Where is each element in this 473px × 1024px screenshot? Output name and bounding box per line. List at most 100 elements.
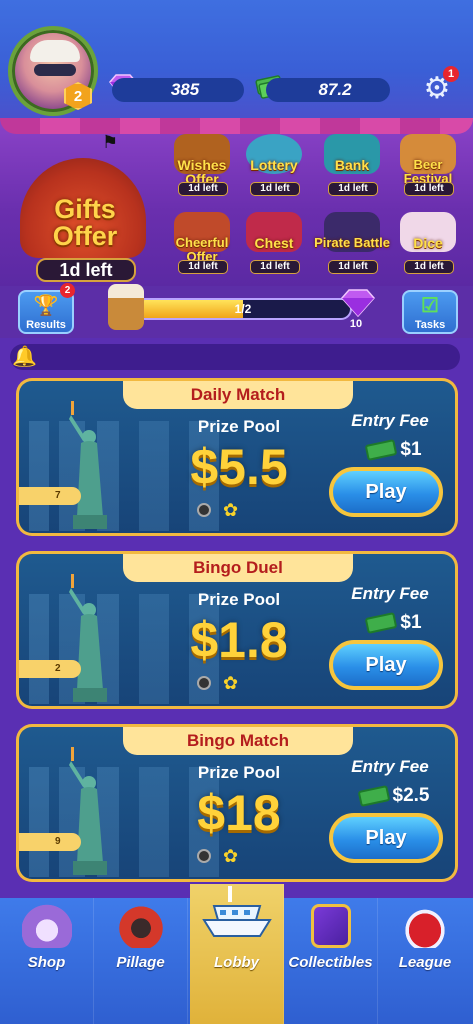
match-card-bingo-match: 9 Bingo Match Prize Pool $18 ✿ Entry Fee… [16, 724, 458, 882]
ship-icon [202, 886, 272, 937]
cash-balance[interactable]: 87.2 [266, 78, 390, 102]
nav-label: Lobby [214, 954, 259, 971]
entry-fee: $1 [349, 610, 439, 636]
event-time: 1d left [178, 260, 228, 274]
bell-icon: 🔔 [12, 346, 37, 368]
quest-progress-bar: 1/2 [134, 298, 352, 320]
nav-item-collectibles[interactable]: Collectibles [284, 898, 378, 1024]
shell-icon [22, 904, 72, 948]
bomb-icon [197, 676, 211, 690]
bomb-icon [197, 849, 211, 863]
bomb-icon [197, 503, 211, 517]
match-title: Bingo Match [123, 727, 353, 755]
entry-fee-label: Entry Fee [351, 411, 429, 430]
event-chest[interactable]: Chest 1d left [236, 210, 312, 278]
star-icon: ✿ [223, 500, 239, 520]
top-header: 2 + 385 + 87.2 ⚙ 1 [0, 0, 473, 118]
entry-fee-label: Entry Fee [351, 757, 429, 776]
nav-label: League [398, 954, 452, 971]
event-cheerful-offer[interactable]: Cheerful Offer 1d left [164, 210, 240, 278]
match-title: Daily Match [123, 381, 353, 409]
event-wishes-offer[interactable]: Wishes Offer 1d left [164, 132, 240, 200]
prize-pool-value: $5.5 [190, 439, 288, 495]
nav-label: Shop [27, 954, 66, 971]
avatar-hat [30, 40, 80, 62]
settings-badge: 1 [443, 66, 459, 82]
event-time: 1d left [404, 260, 454, 274]
prize-pool-value: $1.8 [190, 612, 288, 668]
event-time: 1d left [250, 182, 300, 196]
trophy-icon: 🏆 [33, 295, 59, 317]
statue-of-liberty-image [69, 401, 107, 529]
checklist-icon: ☑ [421, 295, 439, 317]
event-name: Pirate Battle [314, 235, 390, 250]
bottom-navigation: Shop Pillage Lobby Collectibles League [0, 884, 473, 1024]
entry-fee: $1 [349, 437, 439, 463]
event-time: 1d left [328, 182, 378, 196]
event-time: 1d left [328, 260, 378, 274]
event-bank[interactable]: Bank 1d left [314, 132, 390, 200]
results-badge: 2 [60, 283, 75, 298]
gem-balance[interactable]: 385 [112, 78, 244, 102]
star-icon: ✿ [223, 673, 239, 693]
cannon-icon [116, 904, 166, 948]
statue-of-liberty-image [69, 747, 107, 875]
nav-item-lobby[interactable]: Lobby [190, 884, 284, 1024]
statue-of-liberty-image [69, 574, 107, 702]
entry-fee-label: Entry Fee [351, 584, 429, 603]
match-card-daily-match: 7 Daily Match Prize Pool $5.5 ✿ Entry Fe… [16, 378, 458, 536]
prize-pool-label: Prize Pool [197, 417, 281, 436]
prize-pool-label: Prize Pool [197, 590, 281, 609]
gifts-offer-title-line1: Gifts [54, 194, 116, 224]
event-dice[interactable]: Dice 1d left [390, 210, 466, 278]
gifts-offer-time: 1d left [36, 258, 136, 282]
avatar-glasses [34, 64, 76, 76]
pirate-hat-icon [400, 904, 450, 948]
event-pirate-battle[interactable]: Pirate Battle 1d left [314, 210, 390, 278]
event-time: 1d left [250, 260, 300, 274]
nav-label: Pillage [116, 954, 165, 971]
events-banner: Gifts Offer 1d left ⚑ Wishes Offer 1d le… [0, 118, 473, 286]
tasks-label: Tasks [414, 319, 446, 331]
reward-gem-icon [341, 289, 375, 318]
players-count: 2 [19, 660, 81, 678]
event-name: Chest [254, 235, 294, 251]
match-card-bingo-duel: 2 Bingo Duel Prize Pool $1.8 ✿ Entry Fee… [16, 551, 458, 709]
play-button[interactable]: Play [329, 467, 443, 517]
star-icon: ✿ [223, 846, 239, 866]
pirate-flag-icon: ⚑ [102, 132, 119, 152]
announcement-bar [10, 344, 460, 370]
entry-fee-value: $2.5 [392, 785, 430, 806]
bonus-icons: ✿ [197, 674, 257, 694]
book-icon [311, 904, 351, 948]
nav-item-league[interactable]: League [378, 898, 472, 1024]
gifts-offer-event[interactable]: Gifts Offer 1d left [12, 154, 162, 284]
quest-progress-text: 1/2 [234, 302, 252, 316]
prize-pool-label: Prize Pool [197, 763, 281, 782]
gifts-offer-title-line2: Offer [52, 221, 118, 251]
reward-count: 10 [349, 318, 363, 330]
event-beer-festival[interactable]: Beer Festival 1d left [390, 132, 466, 200]
event-lottery[interactable]: Lottery 1d left [236, 132, 312, 200]
bonus-icons: ✿ [197, 501, 257, 521]
play-button[interactable]: Play [329, 813, 443, 863]
players-count: 7 [19, 487, 81, 505]
nav-item-shop[interactable]: Shop [0, 898, 94, 1024]
nav-label: Collectibles [288, 954, 373, 971]
entry-fee: $2.5 [349, 783, 439, 809]
tasks-button[interactable]: ☑ Tasks [402, 290, 458, 334]
bonus-icons: ✿ [197, 847, 257, 867]
event-name: Bank [334, 157, 370, 173]
event-name: Lottery [250, 157, 298, 173]
cash-icon [357, 785, 390, 807]
event-time: 1d left [178, 182, 228, 196]
event-time: 1d left [404, 182, 454, 196]
gifts-offer-title: Gifts Offer [12, 196, 158, 250]
nav-item-pillage[interactable]: Pillage [94, 898, 188, 1024]
match-title: Bingo Duel [123, 554, 353, 582]
cash-icon [365, 439, 398, 461]
entry-fee-value: $1 [400, 612, 422, 633]
entry-fee-value: $1 [400, 439, 422, 460]
play-button[interactable]: Play [329, 640, 443, 690]
players-count: 9 [19, 833, 81, 851]
